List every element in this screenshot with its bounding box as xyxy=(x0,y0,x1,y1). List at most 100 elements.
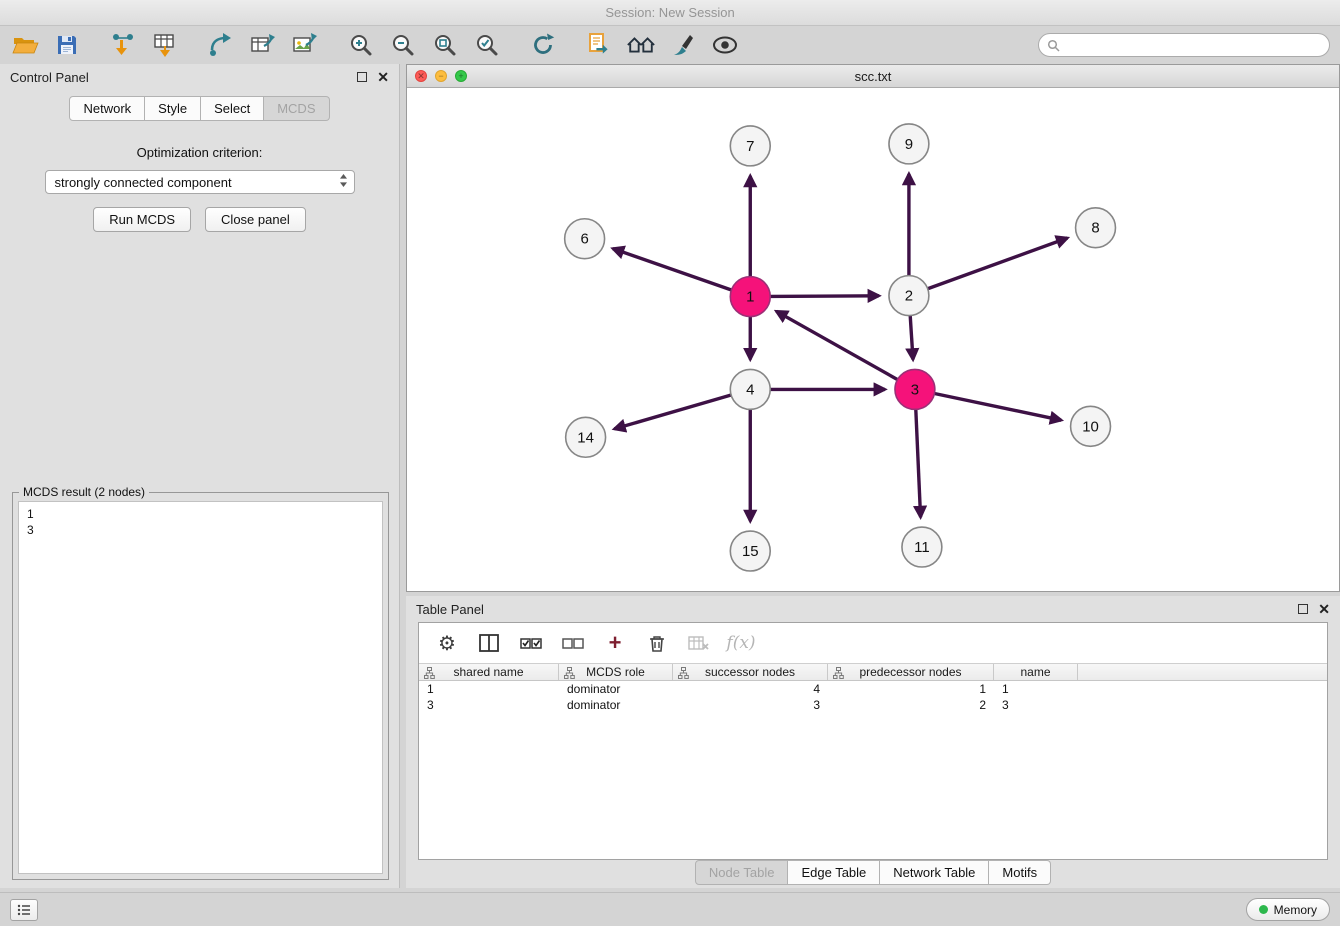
tab-mcds[interactable]: MCDS xyxy=(264,96,329,121)
node-3[interactable]: 3 xyxy=(895,369,935,409)
column-header-name[interactable]: name xyxy=(994,664,1078,680)
zoom-selected-icon[interactable] xyxy=(472,31,502,59)
deselect-all-icon[interactable] xyxy=(561,631,585,655)
svg-text:1: 1 xyxy=(746,289,754,306)
search-input[interactable] xyxy=(1065,38,1321,52)
network-graph-svg[interactable]: 7 9 6 8 1 2 4 3 14 10 15 11 xyxy=(407,88,1339,591)
mcds-result-list[interactable]: 13 xyxy=(18,501,383,874)
column-type-icon xyxy=(833,667,844,679)
tab-network[interactable]: Network xyxy=(69,96,145,121)
svg-text:10: 10 xyxy=(1082,418,1099,435)
mcds-result-title: MCDS result (2 nodes) xyxy=(19,485,149,499)
table-cell[interactable]: 3 xyxy=(419,698,559,712)
network-canvas[interactable]: 7 9 6 8 1 2 4 3 14 10 15 11 xyxy=(407,88,1339,591)
criterion-dropdown[interactable]: strongly connected component xyxy=(45,170,355,194)
gear-icon[interactable]: ⚙ xyxy=(435,631,459,655)
save-icon[interactable] xyxy=(52,31,82,59)
table-row[interactable]: 3dominator323 xyxy=(419,697,1327,713)
delete-column-icon[interactable] xyxy=(645,631,669,655)
edge-1-2[interactable] xyxy=(770,296,879,297)
node-10[interactable]: 10 xyxy=(1071,406,1111,446)
control-panel: Control Panel ✕ NetworkStyleSelectMCDS O… xyxy=(0,64,400,888)
mcds-result-line: 3 xyxy=(27,522,374,538)
edge-3-1[interactable] xyxy=(776,311,897,379)
add-column-icon[interactable]: + xyxy=(603,631,627,655)
zoom-out-icon[interactable] xyxy=(388,31,418,59)
node-8[interactable]: 8 xyxy=(1076,208,1116,248)
table-row[interactable]: 1dominator411 xyxy=(419,681,1327,697)
tab-style[interactable]: Style xyxy=(145,96,201,121)
import-network-icon[interactable] xyxy=(108,31,138,59)
column-header-MCDS-role[interactable]: MCDS role xyxy=(559,664,673,680)
node-14[interactable]: 14 xyxy=(566,417,606,457)
zoom-in-icon[interactable] xyxy=(346,31,376,59)
memory-button[interactable]: Memory xyxy=(1246,898,1330,921)
node-1[interactable]: 1 xyxy=(730,277,770,317)
network-window-titlebar[interactable]: scc.txt ✕ − + xyxy=(407,65,1339,88)
memory-button-label: Memory xyxy=(1274,903,1317,917)
tab-network-table[interactable]: Network Table xyxy=(880,860,989,885)
node-table: ⚙ + xyxy=(418,622,1328,860)
table-cell[interactable]: 1 xyxy=(994,682,1078,696)
tab-edge-table[interactable]: Edge Table xyxy=(788,860,880,885)
network-from-file-icon[interactable] xyxy=(206,31,236,59)
close-table-panel-icon[interactable]: ✕ xyxy=(1318,604,1330,614)
select-all-icon[interactable] xyxy=(519,631,543,655)
node-6[interactable]: 6 xyxy=(565,219,605,259)
column-select-icon[interactable] xyxy=(477,631,501,655)
copy-view-icon[interactable] xyxy=(584,31,614,59)
float-table-panel-icon[interactable] xyxy=(1298,604,1308,614)
column-type-icon xyxy=(678,667,689,679)
control-panel-tabs: NetworkStyleSelectMCDS xyxy=(0,96,399,121)
edge-4-14[interactable] xyxy=(614,395,731,429)
node-11[interactable]: 11 xyxy=(902,527,942,567)
node-9[interactable]: 9 xyxy=(889,124,929,164)
list-icon xyxy=(17,904,31,916)
column-header-successor-nodes[interactable]: successor nodes xyxy=(673,664,828,680)
status-bar: Memory xyxy=(0,892,1340,926)
table-cell[interactable]: 2 xyxy=(828,698,994,712)
close-panel-icon[interactable]: ✕ xyxy=(377,72,389,82)
edge-3-10[interactable] xyxy=(934,393,1061,420)
table-cell[interactable]: dominator xyxy=(559,682,673,696)
tab-motifs[interactable]: Motifs xyxy=(989,860,1051,885)
table-cell[interactable]: 4 xyxy=(673,682,828,696)
node-4[interactable]: 4 xyxy=(730,369,770,409)
task-history-button[interactable] xyxy=(10,899,38,921)
run-mcds-button[interactable]: Run MCDS xyxy=(93,207,191,232)
function-builder-icon[interactable]: f(x) xyxy=(729,631,753,655)
table-cell[interactable]: 3 xyxy=(994,698,1078,712)
delete-table-icon[interactable] xyxy=(687,631,711,655)
edge-1-6[interactable] xyxy=(613,249,732,290)
column-header-predecessor-nodes[interactable]: predecessor nodes xyxy=(828,664,994,680)
tab-node-table[interactable]: Node Table xyxy=(695,860,789,885)
import-table-icon[interactable] xyxy=(150,31,180,59)
home-layout-icon[interactable] xyxy=(626,31,656,59)
node-2[interactable]: 2 xyxy=(889,276,929,316)
edge-2-8[interactable] xyxy=(928,238,1068,289)
table-cell[interactable]: 3 xyxy=(673,698,828,712)
tab-select[interactable]: Select xyxy=(201,96,264,121)
table-cell[interactable]: 1 xyxy=(828,682,994,696)
table-panel-tabs: Node TableEdge TableNetwork TableMotifs xyxy=(695,860,1051,885)
edge-3-11[interactable] xyxy=(916,409,921,517)
eye-icon[interactable] xyxy=(710,31,740,59)
edge-2-3[interactable] xyxy=(910,316,913,360)
search-field[interactable] xyxy=(1038,33,1330,57)
new-table-icon[interactable] xyxy=(248,31,278,59)
svg-text:11: 11 xyxy=(914,539,930,556)
close-panel-button[interactable]: Close panel xyxy=(205,207,306,232)
open-folder-icon[interactable] xyxy=(10,31,40,59)
column-header-shared-name[interactable]: shared name xyxy=(419,664,559,680)
table-cell[interactable]: dominator xyxy=(559,698,673,712)
zoom-fit-icon[interactable] xyxy=(430,31,460,59)
table-toolbar: ⚙ + xyxy=(419,623,1327,663)
float-panel-icon[interactable] xyxy=(357,72,367,82)
export-image-icon[interactable] xyxy=(290,31,320,59)
table-cell[interactable]: 1 xyxy=(419,682,559,696)
refresh-layout-icon[interactable] xyxy=(528,31,558,59)
node-15[interactable]: 15 xyxy=(730,531,770,571)
node-7[interactable]: 7 xyxy=(730,126,770,166)
chevron-up-down-icon xyxy=(339,173,348,191)
style-brush-icon[interactable] xyxy=(668,31,698,59)
